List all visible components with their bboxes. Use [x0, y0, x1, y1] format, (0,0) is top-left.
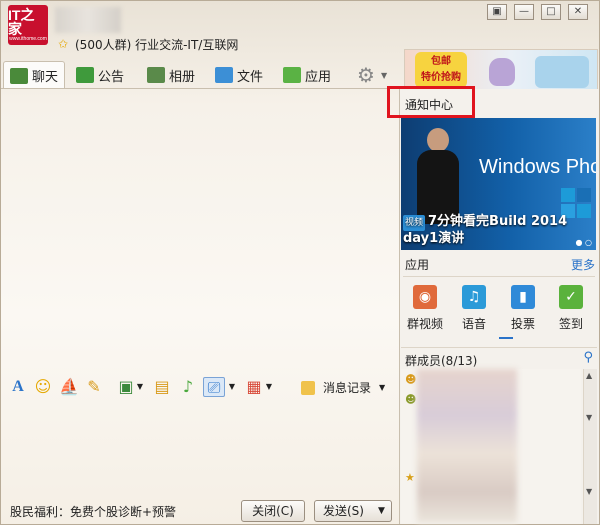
chat-window: IT之家 www.ithome.com ✩ (500人群) 行业交流-IT/互联… [0, 0, 600, 525]
tab-label: 相册 [169, 69, 196, 85]
close-button[interactable]: 关闭(C) [241, 500, 305, 522]
tab-files[interactable]: 文件 [215, 61, 263, 89]
blurred-group-name [55, 7, 121, 33]
tab-label: 应用 [305, 69, 332, 85]
vote-icon: ▮ [511, 285, 535, 309]
close-window-button[interactable]: ✕ [568, 4, 588, 20]
group-avatar[interactable]: IT之家 www.ithome.com [8, 5, 48, 45]
tab-label: 文件 [237, 69, 264, 85]
news-video-card[interactable]: Windows Phone 视频7分钟看完Build 2014 day1演讲 ●… [401, 118, 596, 250]
video-caption-text: 7分钟看完Build 2014 day1演讲 [403, 214, 568, 246]
highlight-box [387, 86, 475, 118]
apps-more-link[interactable]: 更多 [571, 256, 595, 273]
voice-icon: ♫ [462, 285, 486, 309]
folder-icon [215, 67, 233, 83]
members-list[interactable]: ☻ ☻ ★ [401, 369, 581, 524]
scroll-down-icon[interactable]: ▼ [586, 413, 592, 422]
message-input[interactable] [2, 401, 398, 493]
screenshot-icon[interactable]: ⎚ [203, 377, 225, 397]
music-icon[interactable]: ♪ [179, 377, 197, 397]
chevron-down-icon[interactable]: ▼ [381, 71, 387, 80]
checkin-icon: ✓ [559, 285, 583, 309]
tab-chat[interactable]: 聊天 [3, 61, 66, 89]
app-label: 签到 [558, 317, 583, 331]
chevron-down-icon[interactable]: ▼ [264, 377, 274, 397]
history-label: 消息记录 [323, 381, 372, 395]
tab-album[interactable]: 相册 [147, 61, 195, 89]
members-header: 群成员(8/13) ⚲ [401, 347, 597, 368]
video-tag: 视频 [403, 215, 426, 231]
scroll-down-icon[interactable]: ▼ [586, 487, 592, 496]
bottom-bar: 股民福利：免费个股诊断+预警 关闭(C) 发送(S) ▼ [1, 497, 398, 525]
tab-announcement[interactable]: 公告 [76, 61, 124, 89]
app-group-video[interactable]: ◉ 群视频 [401, 285, 449, 332]
tab-label: 聊天 [32, 70, 59, 85]
logo-text: IT之家 [8, 6, 35, 37]
app-voice[interactable]: ♫ 语音 [450, 285, 498, 332]
blurred-member-names [417, 369, 517, 523]
app-label: 投票 [510, 317, 535, 331]
logo-subtext: www.ithome.com [9, 35, 47, 42]
ad-product-image [535, 56, 589, 88]
ad-banner[interactable]: 包邮 特价抢购 [404, 49, 598, 91]
tab-bar: 聊天 公告 相册 文件 应用 [1, 61, 399, 89]
photo-icon [147, 67, 165, 83]
carousel-dots[interactable]: ● ○ [575, 238, 592, 247]
ad-badge-line2: 特价抢购 [421, 72, 461, 83]
member-avatar-icon: ☻ [405, 393, 417, 406]
gift-icon[interactable]: ▦ [245, 377, 263, 397]
send-button[interactable]: 发送(S) [314, 500, 373, 522]
tab-apps[interactable]: 应用 [283, 61, 331, 89]
chevron-down-icon: ▼ [379, 383, 386, 392]
emoji-icon[interactable]: ☺ [34, 377, 52, 397]
promo-link[interactable]: 股民福利：免费个股诊断+预警 [10, 503, 176, 520]
message-history-button[interactable]: 消息记录 ▼ [301, 379, 385, 396]
gear-icon[interactable]: ⚙ [357, 63, 375, 87]
star-icon: ✩ [58, 37, 69, 51]
apps-page-indicator [499, 337, 513, 339]
search-icon[interactable]: ⚲ [583, 350, 593, 365]
minimize-button[interactable]: — [514, 4, 534, 20]
app-label: 语音 [461, 317, 486, 331]
message-area[interactable] [2, 89, 399, 374]
chat-icon [10, 67, 28, 84]
doodle-icon[interactable]: ✎ [85, 377, 103, 397]
speaker-image [415, 128, 461, 224]
apps-header: 应用 更多 [403, 256, 595, 276]
video-brand: Windows Phone [479, 156, 596, 178]
video-caption: 视频 7分钟看完Build 2014 day1演讲 [403, 214, 593, 247]
chevron-down-icon[interactable]: ▼ [135, 377, 145, 397]
app-vote[interactable]: ▮ 投票 [499, 285, 547, 332]
chevron-down-icon[interactable]: ▼ [227, 377, 237, 397]
maximize-button[interactable]: □ [541, 4, 561, 20]
scroll-up-icon[interactable]: ▲ [586, 371, 592, 380]
shake-icon[interactable]: ⛵ [59, 377, 79, 397]
apps-title: 应用 [405, 258, 430, 272]
font-icon[interactable]: A [9, 377, 27, 397]
apps-icon [283, 67, 301, 83]
member-avatar-icon: ☻ [405, 373, 417, 386]
megaphone-icon [76, 67, 94, 83]
ad-badge-line1: 包邮 [431, 56, 451, 67]
group-title: (500人群) 行业交流-IT/互联网 [75, 38, 239, 52]
star-icon: ★ [405, 471, 415, 484]
document-icon[interactable]: ▤ [153, 377, 171, 397]
divider [403, 276, 595, 277]
members-title: 群成员(8/13) [405, 354, 478, 368]
members-scrollbar[interactable]: ▲ ▼ ▼ [583, 369, 597, 524]
tab-label: 公告 [98, 69, 125, 85]
app-label: 群视频 [406, 317, 443, 331]
image-icon[interactable]: ▣ [117, 377, 135, 397]
app-checkin[interactable]: ✓ 签到 [547, 285, 595, 332]
ad-badge: 包邮 特价抢购 [415, 52, 467, 88]
send-options-button[interactable]: ▼ [372, 500, 392, 522]
ad-figure [489, 58, 515, 86]
skin-button[interactable]: ▣ [487, 4, 507, 20]
group-video-icon: ◉ [413, 285, 437, 309]
history-icon [301, 380, 315, 395]
